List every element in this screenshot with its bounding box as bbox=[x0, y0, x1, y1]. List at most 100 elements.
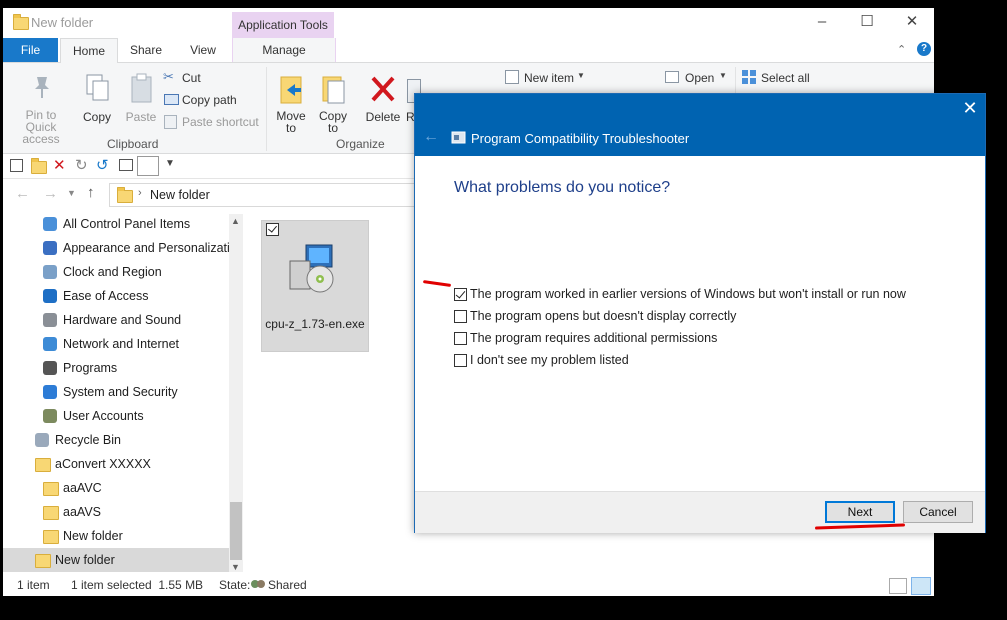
tab-view[interactable]: View bbox=[181, 38, 225, 62]
nav-item[interactable]: Recycle Bin bbox=[3, 428, 229, 452]
installer-icon bbox=[289, 244, 334, 293]
new-item-button[interactable]: New item ▼ bbox=[505, 69, 605, 87]
option-checkbox[interactable] bbox=[454, 354, 467, 367]
dialog-question: What problems do you notice? bbox=[454, 179, 671, 196]
dialog-header: ✕ ← Program Compatibility Troubleshooter bbox=[415, 94, 985, 156]
clock-icon bbox=[43, 265, 57, 279]
item-checkbox[interactable] bbox=[266, 223, 279, 236]
undo-icon[interactable]: ↺ bbox=[96, 156, 109, 174]
nav-item[interactable]: User Accounts bbox=[3, 404, 229, 428]
minimize-button[interactable]: – bbox=[799, 8, 845, 38]
nav-item-label: Programs bbox=[63, 361, 118, 375]
customize-qat-icon[interactable]: ▼ bbox=[165, 158, 175, 169]
details-view-icon[interactable] bbox=[889, 578, 907, 594]
address-box[interactable]: › New folder bbox=[109, 183, 421, 207]
nav-item[interactable]: Hardware and Sound bbox=[3, 308, 229, 332]
paste-button[interactable]: Paste bbox=[121, 69, 161, 139]
nav-item[interactable]: Network and Internet bbox=[3, 332, 229, 356]
nav-item[interactable]: All Control Panel Items bbox=[3, 212, 229, 236]
option-label: I don't see my problem listed bbox=[470, 353, 629, 367]
back-arrow-icon[interactable]: ← bbox=[15, 185, 30, 202]
open-button[interactable]: Open ▼ bbox=[665, 69, 735, 87]
move-to-icon bbox=[280, 76, 302, 104]
state-label: State: bbox=[219, 578, 251, 592]
breadcrumb-path[interactable]: New folder bbox=[150, 188, 210, 202]
rename-icon[interactable] bbox=[119, 159, 133, 171]
nav-item[interactable]: New folder bbox=[3, 524, 229, 548]
delete-icon bbox=[371, 76, 395, 102]
copy-button[interactable]: Copy bbox=[77, 69, 117, 139]
pin-to-quick-access-button[interactable]: Pin to Quick access bbox=[11, 69, 71, 145]
open-icon bbox=[665, 71, 679, 83]
option-checkbox[interactable] bbox=[454, 332, 467, 345]
scrollbar-thumb[interactable] bbox=[230, 502, 242, 560]
folder-icon bbox=[35, 554, 51, 568]
large-icons-view-icon[interactable] bbox=[911, 577, 931, 595]
file-item[interactable]: cpu-z_1.73-en.exe bbox=[261, 220, 369, 352]
option-checkbox[interactable] bbox=[454, 288, 467, 301]
scroll-up-icon[interactable]: ▲ bbox=[231, 216, 240, 226]
new-folder-icon[interactable] bbox=[31, 158, 47, 174]
back-arrow-icon[interactable]: ← bbox=[423, 128, 439, 146]
nav-item[interactable]: New folder bbox=[3, 548, 229, 572]
paste-icon bbox=[131, 73, 152, 103]
forward-arrow-icon[interactable]: → bbox=[43, 185, 58, 202]
nav-item[interactable]: aaAVC bbox=[3, 476, 229, 500]
network-icon bbox=[43, 337, 57, 351]
nav-item-label: New folder bbox=[63, 529, 123, 543]
move-to-button[interactable]: Move to bbox=[271, 69, 311, 139]
paste-shortcut-button[interactable]: Paste shortcut bbox=[163, 113, 267, 131]
select-all-button[interactable]: Select all bbox=[741, 69, 831, 87]
customize-box[interactable] bbox=[137, 156, 159, 176]
item-count: 1 item bbox=[17, 578, 50, 592]
tab-file[interactable]: File bbox=[3, 38, 58, 62]
nav-item-label: Clock and Region bbox=[63, 265, 162, 279]
delete-icon[interactable]: ✕ bbox=[53, 156, 66, 174]
ribbon-tabs: File Home Share View Manage ⌃ ? bbox=[3, 38, 934, 63]
nav-item-label: Appearance and Personalization bbox=[63, 241, 229, 255]
recent-locations-icon[interactable]: ▼ bbox=[67, 188, 76, 198]
nav-item[interactable]: Clock and Region bbox=[3, 260, 229, 284]
nav-item[interactable]: Appearance and Personalization bbox=[3, 236, 229, 260]
nav-item[interactable]: aConvert XXXXX bbox=[3, 452, 229, 476]
delete-label: Delete bbox=[365, 110, 401, 124]
nav-item[interactable]: Programs bbox=[3, 356, 229, 380]
application-tools-context-tab: Application Tools bbox=[232, 12, 334, 38]
dialog-footer: Next Cancel bbox=[415, 491, 985, 533]
folder-icon bbox=[43, 530, 59, 544]
collapse-ribbon-icon[interactable]: ⌃ bbox=[897, 43, 906, 56]
next-button[interactable]: Next bbox=[825, 501, 895, 523]
copy-to-button[interactable]: Copy to bbox=[313, 69, 353, 139]
nav-item[interactable]: Ease of Access bbox=[3, 284, 229, 308]
nav-item[interactable]: System and Security bbox=[3, 380, 229, 404]
help-icon[interactable]: ? bbox=[917, 42, 931, 56]
delete-button[interactable]: Delete bbox=[361, 69, 405, 139]
option-checkbox[interactable] bbox=[454, 310, 467, 323]
cut-button[interactable]: ✂ Cut bbox=[163, 69, 263, 87]
copy-path-button[interactable]: Copy path bbox=[163, 91, 263, 109]
tab-share[interactable]: Share bbox=[124, 38, 168, 62]
nav-item-label: User Accounts bbox=[63, 409, 144, 423]
tab-manage[interactable]: Manage bbox=[232, 38, 336, 62]
up-arrow-icon[interactable]: ↑ bbox=[87, 184, 95, 201]
dialog-title: Program Compatibility Troubleshooter bbox=[471, 131, 690, 146]
pin-label: Pin to Quick access bbox=[22, 108, 60, 146]
properties-checkbox-icon[interactable] bbox=[10, 159, 23, 172]
nav-item[interactable]: aaAVS bbox=[3, 500, 229, 524]
scroll-down-icon[interactable]: ▼ bbox=[231, 562, 240, 572]
close-button[interactable]: ✕ bbox=[889, 8, 934, 38]
folder-icon bbox=[13, 14, 29, 30]
cancel-button[interactable]: Cancel bbox=[903, 501, 973, 523]
redo-icon[interactable]: ↻ bbox=[75, 156, 88, 174]
cut-label: Cut bbox=[182, 71, 201, 85]
folder-icon bbox=[43, 482, 59, 496]
dialog-close-icon[interactable]: ✕ bbox=[955, 94, 985, 122]
breadcrumb-separator-icon: › bbox=[138, 187, 142, 199]
pin-icon bbox=[35, 77, 49, 98]
tab-home[interactable]: Home bbox=[60, 38, 118, 63]
maximize-button[interactable]: ☐ bbox=[844, 8, 890, 38]
copy-icon bbox=[86, 74, 109, 101]
ease-of-access-icon bbox=[43, 289, 57, 303]
appearance-icon bbox=[43, 241, 57, 255]
option-label: The program worked in earlier versions o… bbox=[470, 287, 906, 301]
